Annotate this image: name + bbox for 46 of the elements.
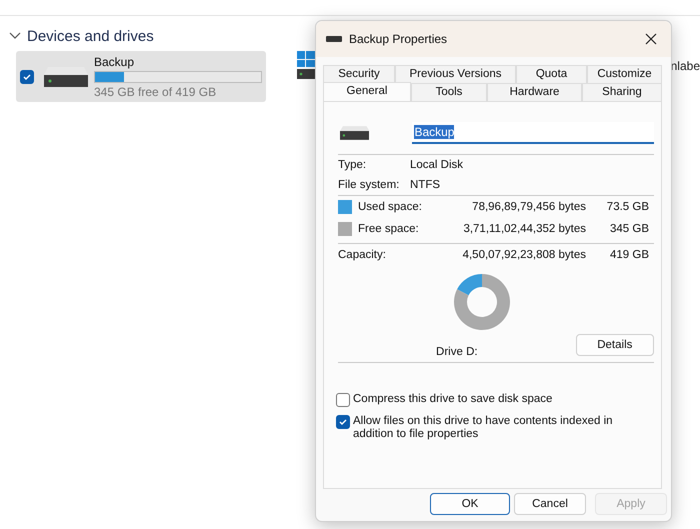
field-value: Local Disk: [410, 159, 464, 171]
tab[interactable]: Quota: [516, 65, 587, 83]
cancel-button[interactable]: Cancel: [514, 493, 586, 515]
field-label: Capacity:: [338, 249, 387, 261]
byte-count: 4,50,07,92,23,808 bytes: [462, 249, 586, 261]
tab[interactable]: Tools: [411, 83, 487, 101]
chevron-icon[interactable]: [9, 32, 21, 40]
tab[interactable]: Previous Versions: [395, 65, 516, 83]
close-icon[interactable]: [645, 33, 657, 45]
byte-count: 3,71,11,02,44,352 bytes: [462, 223, 586, 235]
size-value: 419 GB: [609, 249, 649, 261]
field-label: Type:: [338, 159, 368, 171]
free-space-text: 345 GB free of 419 GB: [94, 84, 218, 98]
ok-button[interactable]: OK: [430, 493, 510, 515]
size-value: 345 GB: [609, 223, 649, 235]
tab[interactable]: Hardware: [487, 83, 582, 101]
checkbox[interactable]: [336, 393, 350, 407]
section-heading[interactable]: Devices and drives: [27, 28, 154, 44]
byte-count: 78,96,89,79,456 bytes: [471, 201, 586, 213]
tab[interactable]: General: [323, 82, 411, 101]
tab[interactable]: Sharing: [582, 83, 662, 101]
window-title: Backup Properties: [349, 32, 448, 46]
disk-usage-donut: [452, 272, 512, 332]
checkbox[interactable]: [20, 70, 34, 84]
tab[interactable]: Customize: [587, 65, 662, 83]
size-value: 73.5 GB: [606, 201, 649, 213]
option-label[interactable]: Allow files on this drive to have contents indexed in addition to file properties: [353, 415, 653, 441]
drive-icon[interactable]: [297, 51, 315, 79]
drive-name: Backup: [94, 54, 136, 68]
checkbox[interactable]: [336, 415, 350, 429]
field-label: Used space:: [358, 201, 423, 213]
field-value: NTFS: [410, 179, 440, 191]
tab[interactable]: Security: [323, 65, 395, 83]
drive-icon: [44, 66, 88, 86]
option-label[interactable]: Compress this drive to save disk space: [353, 393, 653, 406]
drive-icon: [340, 126, 370, 140]
check-icon: [22, 72, 32, 82]
drive-icon: [326, 36, 342, 42]
check-icon: [338, 417, 348, 427]
drive-label: Drive D:: [435, 345, 479, 358]
name-field[interactable]: Backup: [412, 122, 654, 144]
drive-tile[interactable]: Backup 345 GB free of 419 GB: [16, 51, 266, 102]
field-label: Free space:: [358, 223, 420, 235]
details-button[interactable]: Details: [576, 334, 654, 356]
field-label: File system:: [338, 179, 400, 191]
drive-name: nlabe: [670, 59, 700, 73]
